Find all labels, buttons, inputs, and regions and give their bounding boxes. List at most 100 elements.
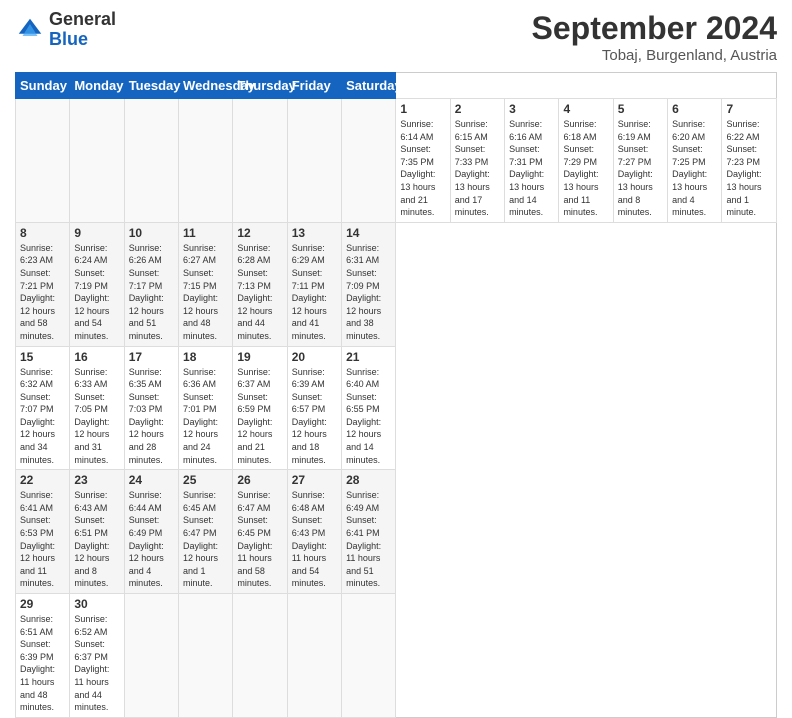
day-info: Sunrise: 6:49 AMSunset: 6:41 PMDaylight:… [346, 489, 391, 590]
title-section: September 2024 Tobaj, Burgenland, Austri… [532, 10, 777, 64]
day-info: Sunrise: 6:22 AMSunset: 7:23 PMDaylight:… [726, 118, 772, 219]
day-info: Sunrise: 6:35 AMSunset: 7:03 PMDaylight:… [129, 366, 174, 467]
calendar-cell: 4 Sunrise: 6:18 AMSunset: 7:29 PMDaylight… [559, 99, 613, 223]
calendar-cell: 14Sunrise: 6:31 AMSunset: 7:09 PMDayligh… [342, 222, 396, 346]
calendar-cell: 12 Sunrise: 6:28 AMSunset: 7:13 PMDayligh… [233, 222, 287, 346]
day-info: Sunrise: 6:27 AMSunset: 7:15 PMDaylight:… [183, 242, 228, 343]
column-header-saturday: Saturday [342, 73, 396, 99]
calendar-cell [179, 594, 233, 718]
month-title: September 2024 [532, 10, 777, 47]
day-info: Sunrise: 6:15 AMSunset: 7:33 PMDaylight:… [455, 118, 500, 219]
day-number: 26 [237, 473, 282, 487]
day-info: Sunrise: 6:16 AMSunset: 7:31 PMDaylight:… [509, 118, 554, 219]
calendar-cell: 8 Sunrise: 6:23 AMSunset: 7:21 PMDaylight… [16, 222, 70, 346]
day-info: Sunrise: 6:45 AMSunset: 6:47 PMDaylight:… [183, 489, 228, 590]
calendar-cell [233, 594, 287, 718]
calendar-cell: 16Sunrise: 6:33 AMSunset: 7:05 PMDayligh… [70, 346, 124, 470]
day-number: 19 [237, 350, 282, 364]
day-number: 10 [129, 226, 174, 240]
day-number: 13 [292, 226, 337, 240]
calendar-cell: 21Sunrise: 6:40 AMSunset: 6:55 PMDayligh… [342, 346, 396, 470]
calendar-cell: 25 Sunrise: 6:45 AMSunset: 6:47 PMDayligh… [179, 470, 233, 594]
calendar-cell [179, 99, 233, 223]
day-info: Sunrise: 6:36 AMSunset: 7:01 PMDaylight:… [183, 366, 228, 467]
day-number: 4 [563, 102, 608, 116]
day-number: 3 [509, 102, 554, 116]
day-number: 25 [183, 473, 228, 487]
calendar-cell: 26 Sunrise: 6:47 AMSunset: 6:45 PMDayligh… [233, 470, 287, 594]
day-number: 14 [346, 226, 391, 240]
day-number: 17 [129, 350, 174, 364]
day-info: Sunrise: 6:28 AMSunset: 7:13 PMDaylight:… [237, 242, 282, 343]
column-header-thursday: Thursday [233, 73, 287, 99]
calendar-week-0: 1Sunrise: 6:14 AMSunset: 7:35 PMDaylight… [16, 99, 777, 223]
day-info: Sunrise: 6:51 AMSunset: 6:39 PMDaylight:… [20, 613, 65, 714]
day-number: 9 [74, 226, 119, 240]
calendar-cell: 15 Sunrise: 6:32 AMSunset: 7:07 PMDayligh… [16, 346, 70, 470]
calendar-week-4: 29 Sunrise: 6:51 AMSunset: 6:39 PMDayligh… [16, 594, 777, 718]
day-info: Sunrise: 6:26 AMSunset: 7:17 PMDaylight:… [129, 242, 174, 343]
day-info: Sunrise: 6:18 AMSunset: 7:29 PMDaylight:… [563, 118, 608, 219]
day-number: 6 [672, 102, 717, 116]
calendar-cell: 24 Sunrise: 6:44 AMSunset: 6:49 PMDayligh… [124, 470, 178, 594]
calendar-cell: 6 Sunrise: 6:20 AMSunset: 7:25 PMDaylight… [668, 99, 722, 223]
day-number: 28 [346, 473, 391, 487]
day-info: Sunrise: 6:32 AMSunset: 7:07 PMDaylight:… [20, 366, 65, 467]
calendar-cell [342, 99, 396, 223]
day-info: Sunrise: 6:29 AMSunset: 7:11 PMDaylight:… [292, 242, 337, 343]
logo-blue-text: Blue [49, 29, 88, 49]
calendar-cell: 23Sunrise: 6:43 AMSunset: 6:51 PMDayligh… [70, 470, 124, 594]
day-info: Sunrise: 6:47 AMSunset: 6:45 PMDaylight:… [237, 489, 282, 590]
calendar-cell: 28 Sunrise: 6:49 AMSunset: 6:41 PMDayligh… [342, 470, 396, 594]
day-info: Sunrise: 6:40 AMSunset: 6:55 PMDaylight:… [346, 366, 391, 467]
day-number: 12 [237, 226, 282, 240]
calendar-cell: 27Sunrise: 6:48 AMSunset: 6:43 PMDayligh… [287, 470, 341, 594]
day-info: Sunrise: 6:41 AMSunset: 6:53 PMDaylight:… [20, 489, 65, 590]
calendar-cell [342, 594, 396, 718]
calendar-week-2: 15 Sunrise: 6:32 AMSunset: 7:07 PMDayligh… [16, 346, 777, 470]
day-number: 27 [292, 473, 337, 487]
day-number: 22 [20, 473, 65, 487]
column-header-sunday: Sunday [16, 73, 70, 99]
header: General Blue September 2024 Tobaj, Burge… [15, 10, 777, 64]
calendar-cell [287, 594, 341, 718]
day-number: 18 [183, 350, 228, 364]
day-number: 29 [20, 597, 65, 611]
calendar-cell [233, 99, 287, 223]
calendar-cell [124, 99, 178, 223]
calendar-table: SundayMondayTuesdayWednesdayThursdayFrid… [15, 72, 777, 718]
calendar-cell: 9 Sunrise: 6:24 AMSunset: 7:19 PMDaylight… [70, 222, 124, 346]
calendar-cell: 18 Sunrise: 6:36 AMSunset: 7:01 PMDayligh… [179, 346, 233, 470]
column-header-monday: Monday [70, 73, 124, 99]
location: Tobaj, Burgenland, Austria [532, 47, 777, 64]
calendar-cell [16, 99, 70, 223]
column-header-friday: Friday [287, 73, 341, 99]
calendar-cell: 30Sunrise: 6:52 AMSunset: 6:37 PMDayligh… [70, 594, 124, 718]
day-info: Sunrise: 6:20 AMSunset: 7:25 PMDaylight:… [672, 118, 717, 219]
day-number: 24 [129, 473, 174, 487]
calendar-cell: 5Sunrise: 6:19 AMSunset: 7:27 PMDaylight… [613, 99, 667, 223]
calendar-week-3: 22 Sunrise: 6:41 AMSunset: 6:53 PMDayligh… [16, 470, 777, 594]
day-info: Sunrise: 6:44 AMSunset: 6:49 PMDaylight:… [129, 489, 174, 590]
day-number: 8 [20, 226, 65, 240]
day-number: 23 [74, 473, 119, 487]
day-info: Sunrise: 6:23 AMSunset: 7:21 PMDaylight:… [20, 242, 65, 343]
day-info: Sunrise: 6:19 AMSunset: 7:27 PMDaylight:… [618, 118, 663, 219]
calendar-cell [70, 99, 124, 223]
calendar-cell: 10 Sunrise: 6:26 AMSunset: 7:17 PMDayligh… [124, 222, 178, 346]
logo-icon [15, 15, 45, 45]
day-number: 2 [455, 102, 500, 116]
day-info: Sunrise: 6:37 AMSunset: 6:59 PMDaylight:… [237, 366, 282, 467]
day-number: 20 [292, 350, 337, 364]
logo-general-text: General [49, 9, 116, 29]
day-number: 1 [400, 102, 445, 116]
day-info: Sunrise: 6:24 AMSunset: 7:19 PMDaylight:… [74, 242, 119, 343]
calendar-cell: 19 Sunrise: 6:37 AMSunset: 6:59 PMDayligh… [233, 346, 287, 470]
day-info: Sunrise: 6:52 AMSunset: 6:37 PMDaylight:… [74, 613, 119, 714]
day-number: 15 [20, 350, 65, 364]
calendar-cell: 20Sunrise: 6:39 AMSunset: 6:57 PMDayligh… [287, 346, 341, 470]
calendar-cell: 17 Sunrise: 6:35 AMSunset: 7:03 PMDayligh… [124, 346, 178, 470]
calendar-cell: 13 Sunrise: 6:29 AMSunset: 7:11 PMDayligh… [287, 222, 341, 346]
calendar-cell: 7Sunrise: 6:22 AMSunset: 7:23 PMDaylight… [722, 99, 777, 223]
calendar-cell [287, 99, 341, 223]
